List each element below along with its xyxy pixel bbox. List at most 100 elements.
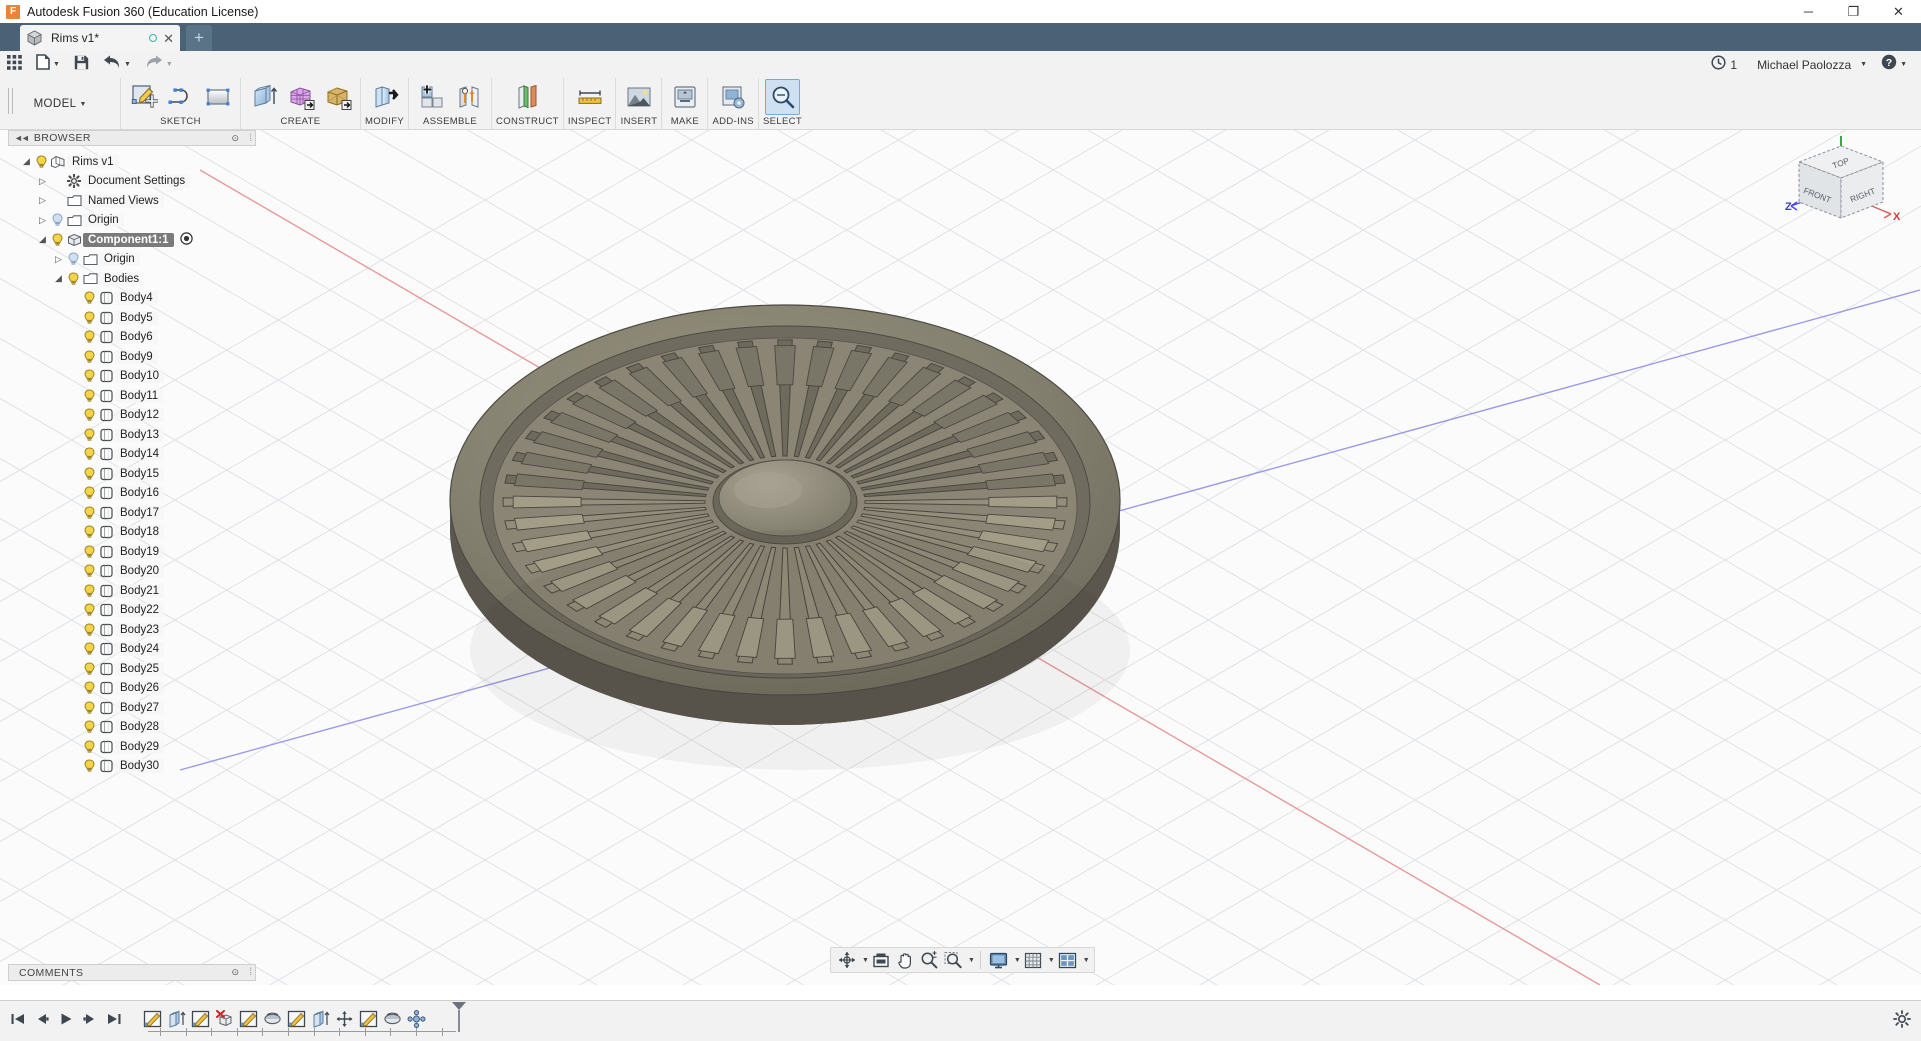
lightbulb-icon[interactable] bbox=[81, 603, 97, 617]
browser-tree[interactable]: Rims v1 Document Settings Named Views Origi… bbox=[10, 152, 256, 782]
rectangle-button[interactable] bbox=[200, 79, 235, 115]
browser-item[interactable]: Body21 bbox=[10, 581, 256, 601]
browser-item[interactable]: Body28 bbox=[10, 718, 256, 738]
lightbulb-icon[interactable] bbox=[81, 564, 97, 578]
double-left-arrow-icon[interactable]: ◄◄ bbox=[14, 133, 30, 143]
ribbon-group-label-sketch[interactable]: SKETCH bbox=[160, 116, 201, 127]
browser-item[interactable]: Body22 bbox=[10, 601, 256, 621]
lightbulb-icon[interactable] bbox=[81, 486, 97, 500]
insert-image-button[interactable] bbox=[621, 79, 656, 115]
joint-button[interactable] bbox=[451, 79, 486, 115]
ribbon-group-label-select[interactable]: SELECT bbox=[763, 116, 802, 127]
collapse-arrow-icon[interactable] bbox=[36, 195, 49, 206]
collapse-arrow-icon[interactable] bbox=[52, 254, 65, 265]
3d-print-button[interactable] bbox=[667, 79, 702, 115]
user-account-button[interactable]: Michael Paolozza ▼ bbox=[1744, 51, 1874, 78]
lightbulb-icon[interactable] bbox=[81, 584, 97, 598]
close-button[interactable]: ✕ bbox=[1876, 0, 1921, 23]
maximize-button[interactable]: ❐ bbox=[1831, 0, 1876, 23]
lightbulb-icon[interactable] bbox=[81, 642, 97, 656]
browser-item[interactable]: Body19 bbox=[10, 542, 256, 562]
lightbulb-icon[interactable] bbox=[81, 759, 97, 773]
offset-plane-button[interactable] bbox=[510, 79, 545, 115]
browser-item[interactable]: Body4 bbox=[10, 289, 256, 309]
extrude-button[interactable] bbox=[246, 79, 281, 115]
lightbulb-icon[interactable] bbox=[81, 467, 97, 481]
ribbon-group-label-insert[interactable]: INSERT bbox=[621, 116, 658, 127]
redo-button[interactable]: ▼ bbox=[138, 51, 180, 78]
zoom-window-button[interactable] bbox=[941, 948, 965, 972]
browser-item[interactable]: Bodies bbox=[10, 269, 256, 289]
chevron-down-icon[interactable]: ▼ bbox=[1048, 957, 1055, 964]
panel-resize-grip[interactable]: ⁞ bbox=[249, 967, 252, 978]
scripts-addins-button[interactable] bbox=[716, 79, 751, 115]
ribbon-group-label-create[interactable]: CREATE bbox=[281, 116, 321, 127]
undo-button[interactable]: ▼ bbox=[96, 51, 138, 78]
press-pull-button[interactable] bbox=[367, 79, 402, 115]
ribbon-group-label-addins[interactable]: ADD-INS bbox=[712, 116, 754, 127]
lightbulb-icon[interactable] bbox=[65, 272, 81, 286]
expand-arrow-icon[interactable] bbox=[52, 273, 65, 284]
browser-item[interactable]: Body10 bbox=[10, 367, 256, 387]
file-menu-button[interactable]: ▼ bbox=[29, 51, 67, 78]
browser-item[interactable]: Body14 bbox=[10, 445, 256, 465]
workspace-switcher[interactable]: MODEL ▼ bbox=[0, 78, 120, 130]
lightbulb-icon[interactable] bbox=[81, 740, 97, 754]
zoom-button[interactable] bbox=[917, 948, 941, 972]
browser-item[interactable]: Body23 bbox=[10, 620, 256, 640]
pan-button[interactable] bbox=[893, 948, 917, 972]
browser-item-selected[interactable]: Component1:1 bbox=[10, 230, 256, 250]
orbit-button[interactable] bbox=[835, 948, 859, 972]
measure-button[interactable] bbox=[572, 79, 607, 115]
lightbulb-icon[interactable] bbox=[49, 213, 65, 227]
data-panel-button[interactable] bbox=[0, 51, 29, 78]
lightbulb-icon[interactable] bbox=[81, 428, 97, 442]
browser-item[interactable]: Body12 bbox=[10, 406, 256, 426]
view-cube[interactable]: Z X TOP FRONT RIGHT bbox=[1771, 130, 1911, 240]
job-status-button[interactable]: 1 bbox=[1704, 51, 1744, 78]
ribbon-group-label-assemble[interactable]: ASSEMBLE bbox=[423, 116, 477, 127]
panel-pin-icon[interactable]: ⊙ bbox=[231, 133, 239, 144]
panel-resize-grip[interactable]: ⁞ bbox=[249, 133, 252, 144]
go-to-end-button[interactable] bbox=[102, 1008, 126, 1034]
lightbulb-icon[interactable] bbox=[81, 350, 97, 364]
browser-item[interactable]: Body6 bbox=[10, 328, 256, 348]
browser-item[interactable]: Body16 bbox=[10, 484, 256, 504]
browser-item[interactable]: Body26 bbox=[10, 679, 256, 699]
ribbon-group-label-inspect[interactable]: INSPECT bbox=[568, 116, 612, 127]
lightbulb-icon[interactable] bbox=[81, 681, 97, 695]
lightbulb-icon[interactable] bbox=[33, 155, 49, 169]
browser-item[interactable]: Rims v1 bbox=[10, 152, 256, 172]
new-tab-button[interactable]: + bbox=[186, 25, 212, 51]
ribbon-group-label-construct[interactable]: CONSTRUCT bbox=[496, 116, 559, 127]
play-button[interactable] bbox=[54, 1008, 78, 1034]
lightbulb-icon[interactable] bbox=[81, 506, 97, 520]
browser-item[interactable]: Body18 bbox=[10, 523, 256, 543]
lightbulb-icon[interactable] bbox=[81, 623, 97, 637]
lightbulb-icon[interactable] bbox=[81, 701, 97, 715]
lightbulb-icon[interactable] bbox=[81, 291, 97, 305]
lightbulb-icon[interactable] bbox=[81, 369, 97, 383]
new-component-button[interactable] bbox=[414, 79, 449, 115]
chevron-down-icon[interactable]: ▼ bbox=[862, 957, 869, 964]
create-sketch-button[interactable] bbox=[126, 79, 161, 115]
create-mesh-button[interactable] bbox=[283, 79, 318, 115]
browser-item[interactable]: Named Views bbox=[10, 191, 256, 211]
ribbon-group-label-modify[interactable]: MODIFY bbox=[365, 116, 404, 127]
expand-arrow-icon[interactable] bbox=[20, 156, 33, 167]
viewport-canvas[interactable]: Z X TOP FRONT RIGHT ▼ ▼ ▼ ▼ ▼ bbox=[0, 130, 1921, 985]
settings-button[interactable] bbox=[1893, 1009, 1911, 1033]
lightbulb-icon[interactable] bbox=[81, 545, 97, 559]
browser-item[interactable]: Body30 bbox=[10, 757, 256, 777]
browser-item[interactable]: Body13 bbox=[10, 425, 256, 445]
save-button[interactable] bbox=[67, 51, 96, 78]
lightbulb-icon[interactable] bbox=[81, 311, 97, 325]
collapse-arrow-icon[interactable] bbox=[36, 215, 49, 226]
browser-item[interactable]: Origin bbox=[10, 250, 256, 270]
chevron-down-icon[interactable]: ▼ bbox=[1014, 957, 1021, 964]
lightbulb-icon[interactable] bbox=[81, 662, 97, 676]
browser-item[interactable]: Body15 bbox=[10, 464, 256, 484]
collapse-arrow-icon[interactable] bbox=[36, 176, 49, 187]
viewports-button[interactable] bbox=[1055, 948, 1080, 972]
document-tab-rims[interactable]: Rims v1* ✕ bbox=[20, 25, 180, 51]
